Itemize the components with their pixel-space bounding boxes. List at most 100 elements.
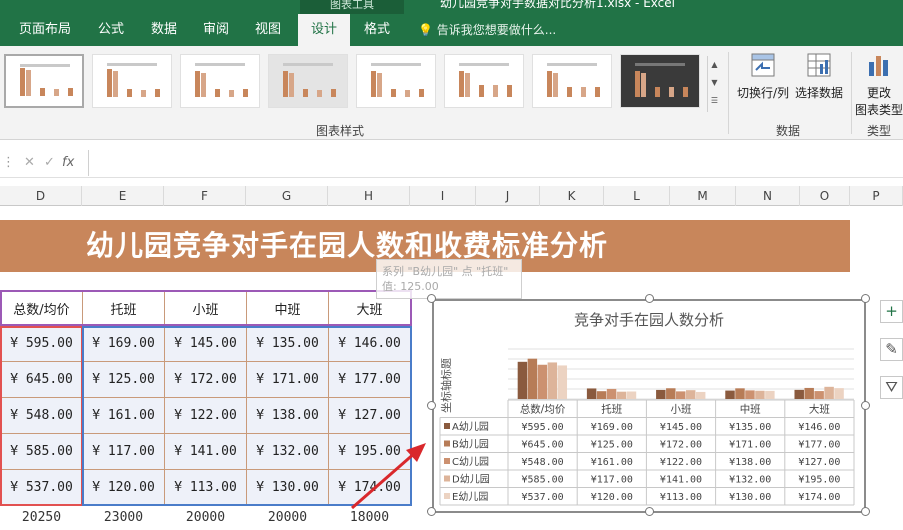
table-cell[interactable]: ¥ 177.00 <box>328 361 411 398</box>
gallery-more-icon[interactable]: ☰ <box>708 92 721 110</box>
column-header[interactable]: L <box>604 186 670 206</box>
data-table-value: ¥125.00 <box>591 440 633 451</box>
chart-bar <box>725 390 735 399</box>
column-header[interactable]: G <box>246 186 328 206</box>
tab-data[interactable]: 数据 <box>142 14 186 46</box>
chart-style-5[interactable] <box>356 54 436 108</box>
table-cell[interactable]: ¥ 537.00 <box>0 469 83 506</box>
column-header[interactable]: N <box>736 186 800 206</box>
resize-handle[interactable] <box>645 294 654 303</box>
column-headers: D E F G H I J K L M N O P <box>0 186 903 206</box>
column-header[interactable]: J <box>476 186 540 206</box>
tab-format[interactable]: 格式 <box>354 14 400 46</box>
confirm-icon[interactable]: ✓ <box>44 155 55 170</box>
column-header[interactable]: O <box>800 186 850 206</box>
table-cell[interactable]: ¥ 595.00 <box>0 325 83 362</box>
table-row: ¥ 645.00 ¥ 125.00 ¥ 172.00 ¥ 171.00 ¥ 17… <box>0 361 411 398</box>
embedded-chart[interactable]: 竞争对手在园人数分析 坐标轴标题 总数/均价 托班 小班 中班 大班 A幼儿园 ¥595.0… <box>432 299 866 513</box>
table-cell[interactable]: ¥ 169.00 <box>82 325 165 362</box>
tab-page-layout[interactable]: 页面布局 <box>12 14 78 46</box>
table-header[interactable]: 总数/均价 <box>0 290 83 326</box>
series-name: C幼儿园 <box>452 455 489 468</box>
select-data-icon <box>807 53 831 77</box>
chart-bar <box>547 362 558 399</box>
chart-style-6[interactable] <box>444 54 524 108</box>
table-cell[interactable]: ¥ 172.00 <box>164 361 247 398</box>
table-header[interactable]: 小班 <box>164 290 247 326</box>
title-bar: 图表工具 幼儿园竞争对手数据对比分析1.xlsx - Excel <box>0 0 903 14</box>
chart-style-2[interactable] <box>92 54 172 108</box>
chart-bar <box>794 389 804 399</box>
table-header[interactable]: 托班 <box>82 290 165 326</box>
chart-filters-button[interactable]: ⛛ <box>880 376 903 399</box>
table-cell[interactable]: ¥ 145.00 <box>164 325 247 362</box>
resize-handle[interactable] <box>427 294 436 303</box>
table-cell[interactable]: ¥ 120.00 <box>82 469 165 506</box>
switch-row-column-label: 切换行/列 <box>736 86 790 100</box>
table-cell[interactable]: ¥ 146.00 <box>328 325 411 362</box>
name-box-edge: ⋮ <box>2 155 15 170</box>
chart-style-4[interactable] <box>268 54 348 108</box>
data-table-value: ¥122.00 <box>660 457 702 468</box>
column-header[interactable]: M <box>670 186 736 206</box>
series-name: D幼儿园 <box>452 473 490 486</box>
table-cell[interactable]: ¥ 645.00 <box>0 361 83 398</box>
tab-view[interactable]: 视图 <box>246 14 290 46</box>
table-header[interactable]: 中班 <box>246 290 329 326</box>
table-cell[interactable]: ¥ 548.00 <box>0 397 83 434</box>
resize-handle[interactable] <box>427 401 436 410</box>
chart-plot[interactable]: 总数/均价 托班 小班 中班 大班 A幼儿园 ¥595.00 ¥169.00 ¥145.00 ¥1… <box>434 301 864 511</box>
table-cell[interactable]: ¥ 130.00 <box>246 469 329 506</box>
worksheet[interactable]: 幼儿园竞争对手在园人数和收费标准分析 总数/均价 托班 小班 中班 大班 ¥ 5… <box>0 206 903 526</box>
column-header[interactable]: F <box>164 186 246 206</box>
chart-style-8[interactable] <box>620 54 700 108</box>
table-cell[interactable]: ¥ 161.00 <box>82 397 165 434</box>
table-cell[interactable]: ¥ 171.00 <box>246 361 329 398</box>
chart-elements-button[interactable]: + <box>880 300 903 323</box>
column-header[interactable]: H <box>328 186 410 206</box>
column-header[interactable]: P <box>850 186 903 206</box>
chart-style-3[interactable] <box>180 54 260 108</box>
data-table-value: ¥537.00 <box>522 492 564 503</box>
chart-style-7[interactable] <box>532 54 612 108</box>
legend-key <box>444 493 450 499</box>
chart-bar <box>616 391 627 399</box>
tab-review[interactable]: 审阅 <box>194 14 238 46</box>
chart-styles-gallery: ▲ ▼ ☰ <box>0 50 722 112</box>
tab-formulas[interactable]: 公式 <box>88 14 134 46</box>
table-cell[interactable]: ¥ 135.00 <box>246 325 329 362</box>
resize-handle[interactable] <box>861 507 870 516</box>
data-table-value: ¥130.00 <box>729 492 771 503</box>
table-cell[interactable]: ¥ 117.00 <box>82 433 165 470</box>
select-data-button[interactable]: 选择数据 <box>792 50 846 101</box>
table-cell[interactable]: ¥ 585.00 <box>0 433 83 470</box>
resize-handle[interactable] <box>645 507 654 516</box>
chart-bar <box>834 388 844 399</box>
table-cell[interactable]: ¥ 122.00 <box>164 397 247 434</box>
table-cell[interactable]: ¥ 141.00 <box>164 433 247 470</box>
formula-input[interactable] <box>88 150 903 176</box>
change-chart-type-button[interactable]: 更改 图表类型 <box>854 50 903 118</box>
tab-design[interactable]: 设计 <box>298 14 350 46</box>
switch-row-column-button[interactable]: 切换行/列 <box>734 50 792 101</box>
table-cell[interactable]: ¥ 132.00 <box>246 433 329 470</box>
column-header[interactable]: E <box>82 186 164 206</box>
table-cell[interactable]: ¥ 138.00 <box>246 397 329 434</box>
tell-me-box[interactable]: 💡 告诉我您想要做什么... <box>418 14 556 46</box>
gallery-up-icon[interactable]: ▲ <box>708 56 721 74</box>
resize-handle[interactable] <box>427 507 436 516</box>
cancel-icon[interactable]: ✕ <box>24 155 35 170</box>
data-table-value: ¥172.00 <box>660 440 702 451</box>
gallery-down-icon[interactable]: ▼ <box>708 74 721 92</box>
resize-handle[interactable] <box>861 294 870 303</box>
column-header[interactable]: K <box>540 186 604 206</box>
function-icon[interactable]: fx <box>62 155 74 170</box>
table-cell[interactable]: ¥ 125.00 <box>82 361 165 398</box>
resize-handle[interactable] <box>861 401 870 410</box>
table-cell[interactable]: ¥ 113.00 <box>164 469 247 506</box>
chart-styles-button[interactable]: ✎ <box>880 338 903 361</box>
chart-style-1[interactable] <box>4 54 84 108</box>
column-header[interactable]: D <box>0 186 82 206</box>
table-row: ¥ 595.00 ¥ 169.00 ¥ 145.00 ¥ 135.00 ¥ 14… <box>0 325 411 362</box>
column-header[interactable]: I <box>410 186 476 206</box>
